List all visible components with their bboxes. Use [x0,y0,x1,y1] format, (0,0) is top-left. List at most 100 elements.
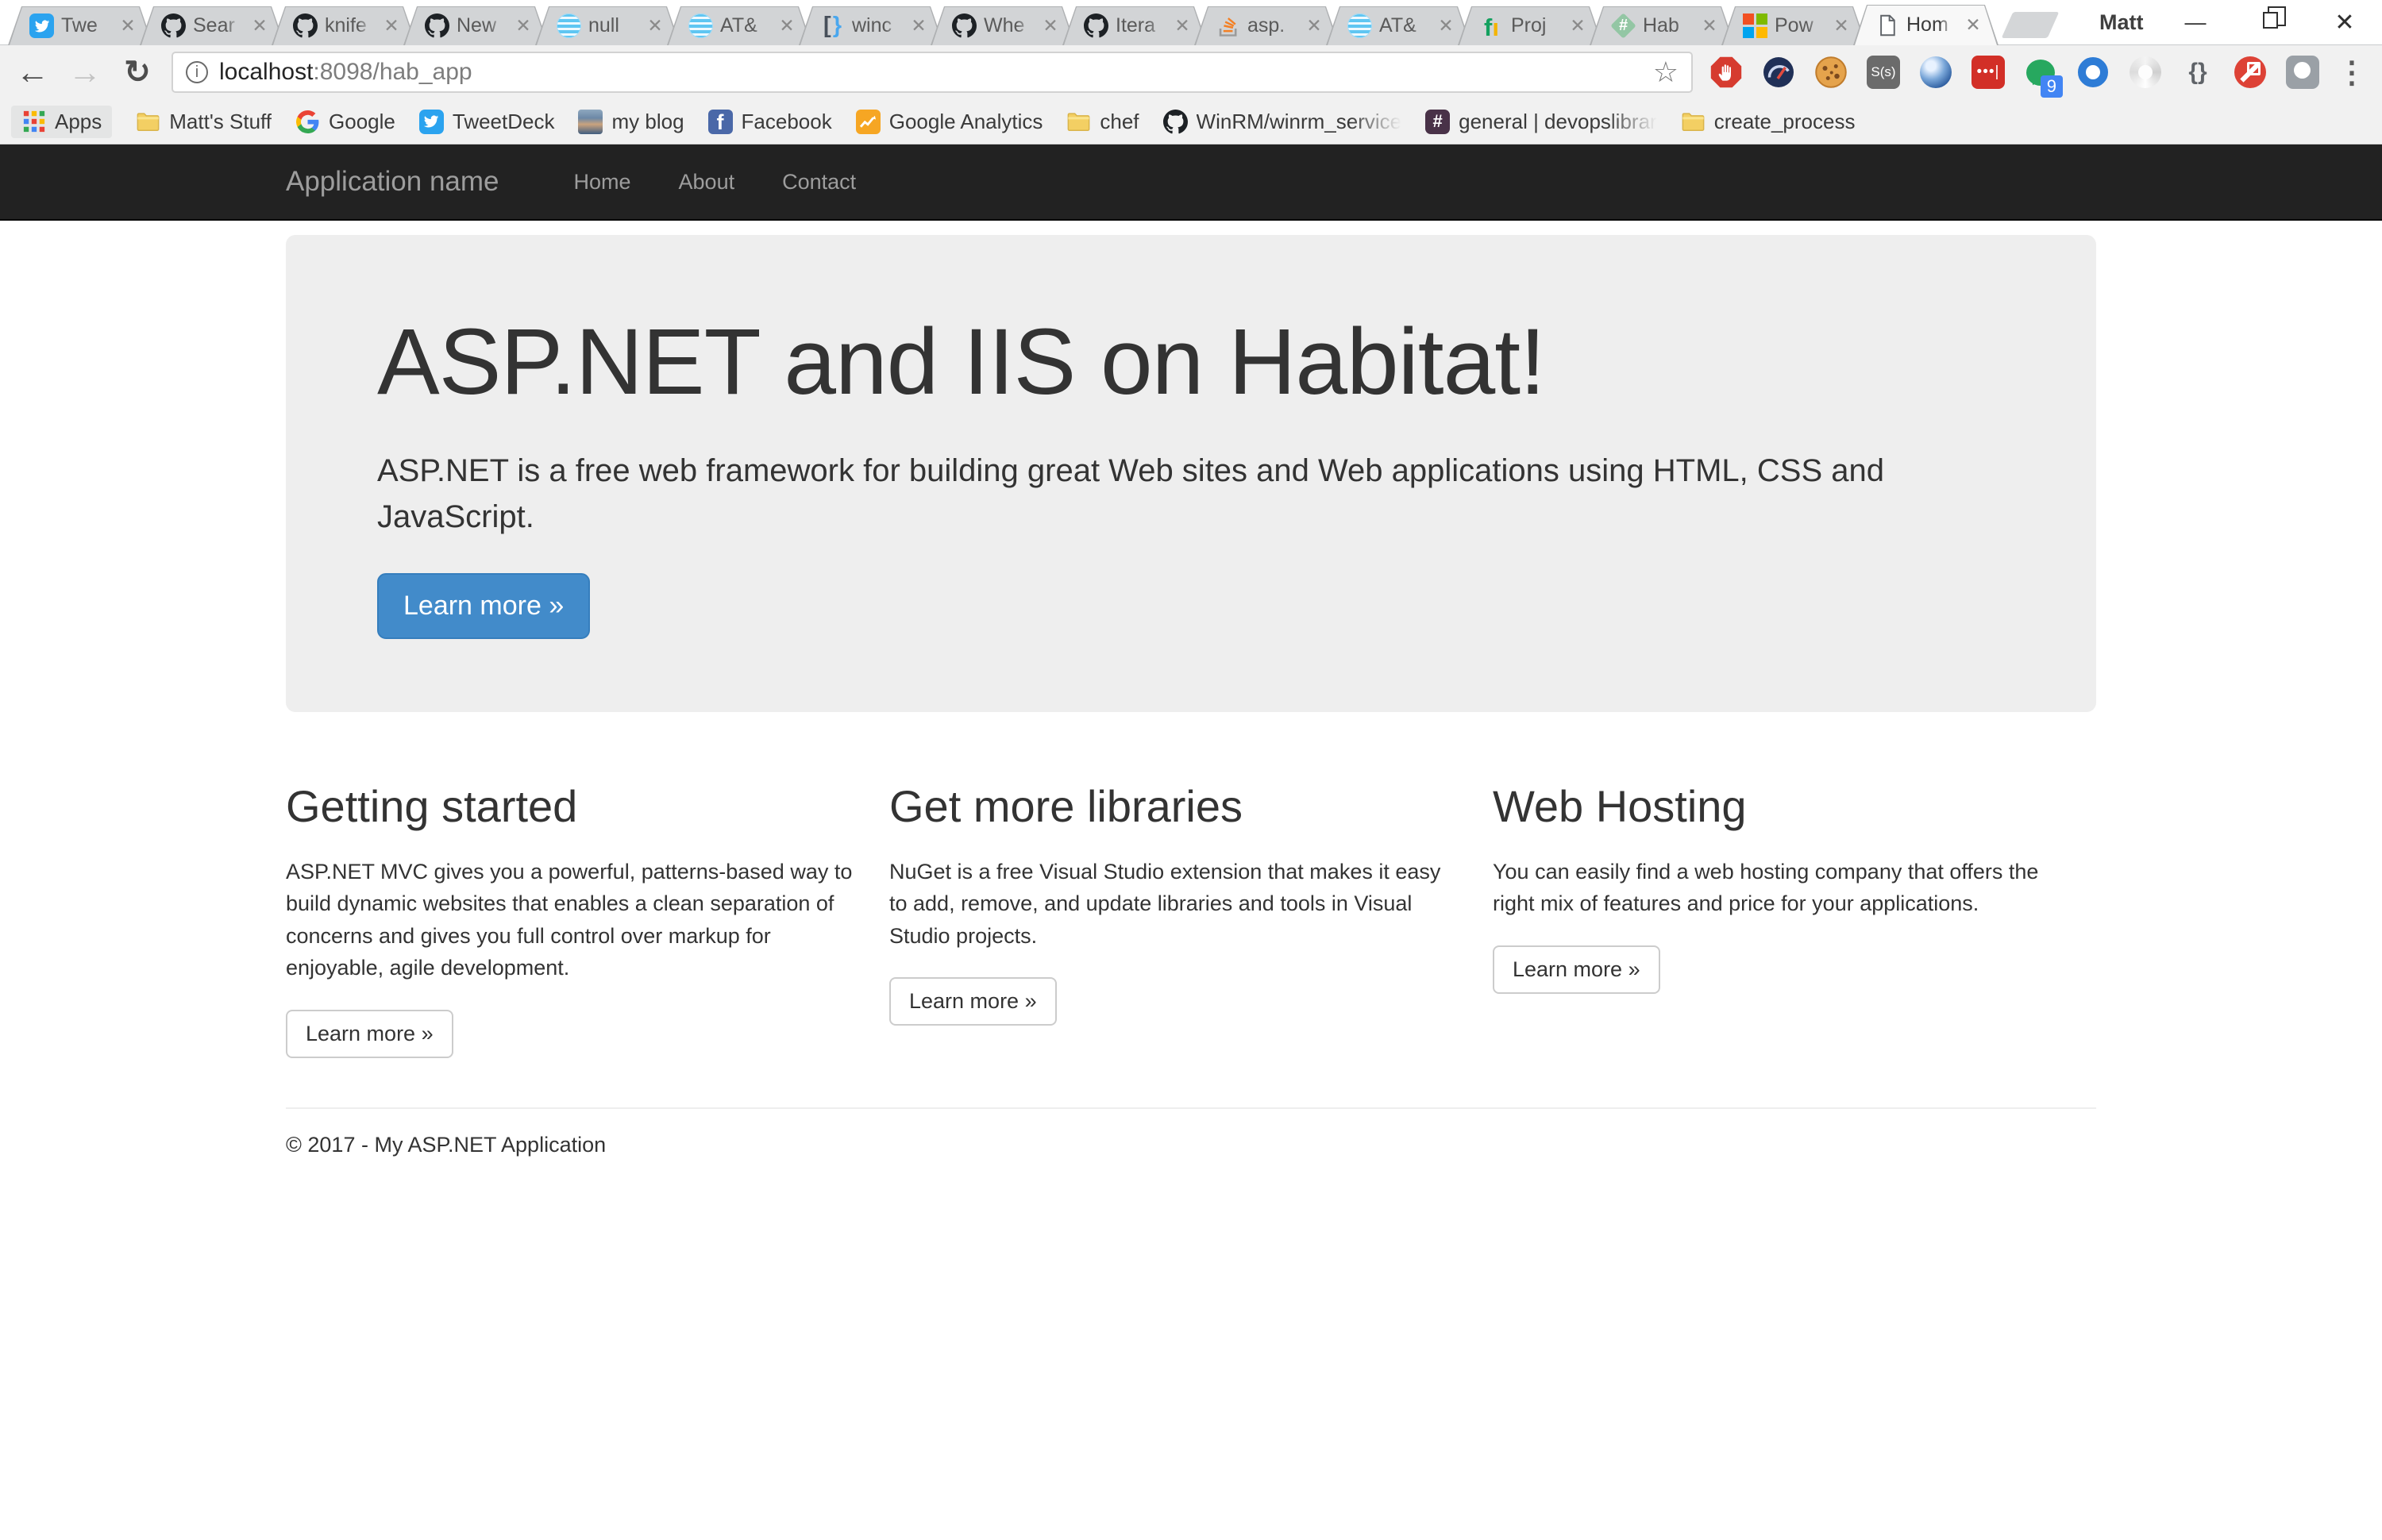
column-getting-started: Getting started ASP.NET MVC gives you a … [286,752,889,1058]
back-icon[interactable] [14,53,51,91]
new-tab-button[interactable] [2001,12,2060,38]
bookmark-item[interactable]: Facebook [707,109,832,134]
folder-icon [136,110,160,134]
tab-close-icon[interactable] [250,15,269,37]
habitat-icon [1611,13,1636,38]
browser-tab[interactable]: knife [272,6,417,45]
address-bar[interactable]: localhost:8098/hab_app [172,52,1693,93]
browser-tab[interactable]: Whe [931,6,1076,45]
browser-tab[interactable]: Twe [8,6,153,45]
folder-icon [1681,110,1706,134]
minimize-button[interactable] [2158,10,2233,35]
bookmark-item[interactable]: general | devopslibrar [1425,109,1657,134]
browser-tab[interactable]: AT& [1326,6,1471,45]
browser-tab[interactable]: Itera [1062,6,1208,45]
profile-name[interactable]: Matt [2099,10,2144,35]
password-card-icon[interactable]: •••| [1971,55,2006,90]
tab-title: Itera [1116,14,1156,37]
tab-close-icon[interactable] [646,15,665,37]
browser-tab[interactable]: Proj [1458,6,1603,45]
nav-link-about[interactable]: About [655,170,759,194]
blue-ring-icon[interactable] [2076,55,2110,90]
tab-close-icon[interactable] [1041,15,1060,37]
tab-title: Proj [1511,14,1547,37]
swirl-shape [2130,56,2161,88]
document-icon [1875,13,1899,37]
adblock-icon[interactable] [1709,55,1744,90]
bookmark-item[interactable]: TweetDeck [418,109,554,134]
globe-sphere [1920,56,1952,88]
column-web-hosting: Web Hosting You can easily find a web ho… [1493,752,2096,1058]
stop-hand-icon [1710,56,1742,88]
browser-toolbar: localhost:8098/hab_app S(s) •••| 9 {} [0,45,2382,99]
learn-more-button[interactable]: Learn more » [889,977,1057,1026]
navbar-brand[interactable]: Application name [286,166,499,198]
tab-close-icon[interactable] [1964,14,1983,36]
menu-icon[interactable] [2336,55,2368,90]
close-button[interactable] [2307,9,2382,37]
cookie-icon[interactable] [1813,55,1848,90]
tab-close-icon[interactable] [1568,15,1587,37]
copyright-text: © 2017 - My ASP.NET Application [286,1132,607,1157]
bookmark-label: my blog [611,109,684,133]
tab-title: null [588,14,619,37]
blocked-plugin-icon[interactable] [2233,55,2268,90]
swirl-icon[interactable] [2128,55,2163,90]
browser-tab[interactable]: Sear [140,6,285,45]
learn-more-button[interactable]: Learn more » [286,1009,453,1058]
tab-close-icon[interactable] [1700,15,1719,37]
tab-title: asp. [1247,14,1285,37]
nav-link-contact[interactable]: Contact [758,170,880,194]
tab-close-icon[interactable] [1173,15,1192,37]
tab-close-icon[interactable] [909,15,928,37]
tab-close-icon[interactable] [382,15,401,37]
browser-tab[interactable]: winc [799,6,944,45]
braces-glyph: {} [2188,59,2207,85]
browser-tab[interactable]: asp. [1194,6,1339,45]
tab-strip: Twe Sear knife New null AT& winc Whe Ite… [0,0,2382,45]
globe-icon[interactable] [1918,55,1953,90]
star-icon[interactable] [1653,56,1679,89]
nav-link-home[interactable]: Home [550,170,655,194]
tab-close-icon[interactable] [514,15,533,37]
camera-shape [2286,56,2319,89]
chat-bubble-icon[interactable]: 9 [2023,55,2063,98]
tab-title: Twe [61,14,98,37]
tab-close-icon[interactable] [1832,15,1851,37]
bookmark-item[interactable]: Google [295,110,395,134]
bookmark-item[interactable]: my blog [578,109,684,134]
speedometer-icon[interactable] [1761,55,1796,90]
bookmark-item[interactable]: chef [1066,110,1139,134]
bookmark-apps[interactable]: Apps [11,105,113,138]
sauce-labs-icon[interactable]: S(s) [1866,55,1901,90]
tab-close-icon[interactable] [777,15,796,37]
stackoverflow-icon [1216,13,1240,38]
learn-more-button[interactable]: Learn more » [1493,945,1660,994]
info-icon[interactable] [186,61,208,83]
browser-tab-active[interactable]: Hom [1853,5,1998,45]
braces-icon[interactable]: {} [2180,55,2215,90]
apps-grid-icon [21,110,46,134]
learn-more-primary-button[interactable]: Learn more » [377,572,591,639]
bookmark-item[interactable]: Google Analytics [855,109,1043,134]
tab-title: Whe [984,14,1025,37]
tab-close-icon[interactable] [1436,15,1455,37]
bookmark-item[interactable]: create_process [1681,110,1855,134]
code-brackets-icon [820,13,845,38]
forward-icon[interactable] [67,53,103,91]
bookmark-item[interactable]: Matt's Stuff [136,110,272,134]
tab-close-icon[interactable] [1305,15,1324,37]
github-icon [425,13,449,38]
bookmark-item[interactable]: WinRM/winrm_service [1163,109,1401,134]
browser-tab[interactable]: null [535,6,680,45]
screenshot-icon[interactable] [2285,55,2320,90]
tab-close-icon[interactable] [118,15,137,37]
browser-tab[interactable]: Hab [1590,6,1735,45]
restore-button[interactable] [2233,6,2307,33]
page-footer: © 2017 - My ASP.NET Application [286,1133,2096,1205]
browser-tab[interactable]: AT& [667,6,812,45]
bookmark-label: chef [1100,109,1139,133]
browser-tab[interactable]: Pow [1721,6,1867,45]
browser-tab[interactable]: New [403,6,549,45]
reload-icon[interactable] [119,54,156,90]
